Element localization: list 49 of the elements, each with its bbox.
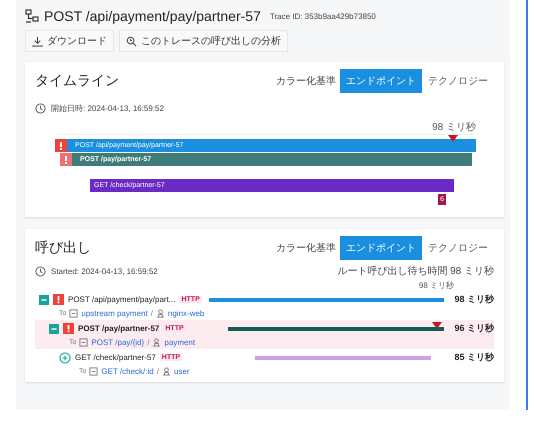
separator: /: [147, 338, 150, 346]
duration: 96 ミリ秒: [453, 322, 494, 335]
scale-label: 98 ミリ秒: [418, 281, 454, 290]
service-icon: [162, 366, 171, 376]
timeline-title: タイムライン: [35, 72, 120, 90]
call-name: POST /pay/partner-57: [78, 324, 160, 333]
separator: /: [156, 366, 159, 376]
page-title: POST /api/payment/pay/partner-57: [44, 8, 261, 24]
trace-id: Trace ID: 353b9aa429b73850: [270, 12, 376, 20]
service-link[interactable]: payment: [164, 338, 196, 346]
clock-icon: [35, 103, 46, 114]
duration: 85 ミリ秒: [453, 351, 494, 364]
collapse-button[interactable]: [39, 294, 49, 304]
analyze-button[interactable]: このトレースの呼び出しの分析: [119, 30, 288, 52]
download-button[interactable]: ダウンロード: [25, 30, 114, 52]
call-name: GET /check/partner-57: [75, 353, 156, 362]
expand-icon[interactable]: [59, 352, 71, 364]
network-icon: [25, 9, 39, 23]
search-icon: [126, 36, 137, 46]
color-by-tab[interactable]: エンドポイント: [340, 236, 422, 260]
start-time: Started: 2024-04-13, 16:59:52: [51, 266, 158, 276]
service-icon: [156, 308, 165, 318]
scale-label: 98 ミリ秒: [432, 122, 476, 133]
color-by-tab[interactable]: テクノロジー: [422, 236, 494, 260]
service-icon: [152, 338, 162, 346]
separator: /: [150, 308, 153, 318]
endpoint-link[interactable]: POST /pay/{id}: [91, 338, 144, 346]
color-by-label: カラー化基準: [276, 74, 336, 88]
endpoint-link[interactable]: upstream payment: [81, 308, 148, 318]
color-by-label: カラー化基準: [276, 242, 336, 255]
call-name: POST /api/payment/pay/part...: [68, 295, 176, 304]
root-wait-time: ルート呼び出し待ち時間 98 ミリ秒: [337, 264, 494, 278]
collapse-button[interactable]: [49, 324, 59, 334]
service-link[interactable]: user: [174, 366, 190, 376]
endpoint-icon: [79, 338, 88, 346]
duration: 98 ミリ秒: [453, 293, 494, 306]
error-icon: [55, 139, 67, 152]
color-by-tab[interactable]: エンドポイント: [340, 69, 422, 93]
download-icon: [32, 36, 43, 46]
start-time: 開始日時: 2024-04-13, 16:59:52: [51, 103, 164, 114]
endpoint-icon: [69, 308, 78, 318]
error-icon: [60, 153, 72, 166]
endpoint-icon: [89, 366, 98, 376]
service-link[interactable]: nginx-web: [168, 308, 204, 318]
clock-icon: [35, 266, 46, 276]
marker-icon: [448, 135, 458, 142]
calls-title: 呼び出し: [35, 239, 92, 257]
endpoint-link[interactable]: GET /check/:id: [101, 366, 154, 376]
color-by-tab[interactable]: テクノロジー: [422, 69, 494, 93]
